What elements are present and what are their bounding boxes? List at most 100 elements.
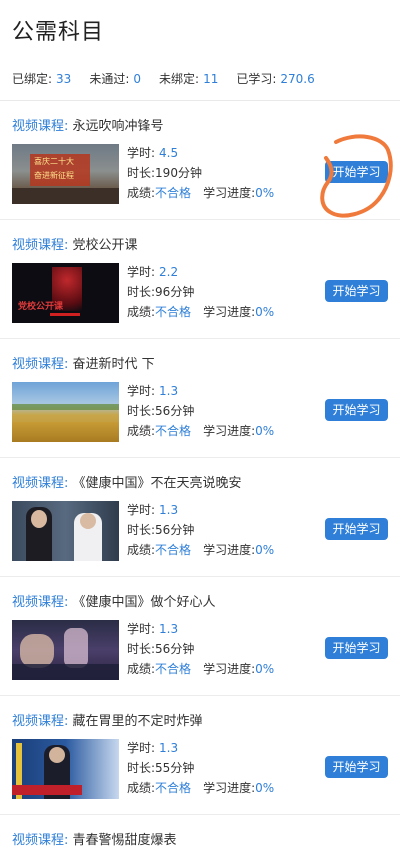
- course-thumbnail[interactable]: [12, 382, 119, 442]
- course-prefix: 视频课程:: [12, 119, 69, 134]
- hours-value: 1.3: [159, 741, 179, 755]
- course-prefix: 视频课程:: [12, 833, 69, 847]
- hours-value: 2.2: [159, 265, 179, 279]
- course-title[interactable]: 视频课程: 《健康中国》做个好心人: [12, 591, 216, 610]
- hours-label: 学时:: [127, 146, 156, 160]
- stat-label: 已学习:: [236, 72, 277, 86]
- course-hours: 学时: 1.3: [127, 739, 178, 756]
- score-label: 成绩:: [127, 186, 156, 200]
- hours-label: 学时:: [127, 622, 156, 636]
- progress-value: 0%: [255, 543, 275, 557]
- stat-label: 未绑定:: [159, 72, 200, 86]
- stat-value: 33: [56, 72, 72, 86]
- course-status: 成绩:不合格 学习进度:0%: [127, 422, 274, 439]
- course-thumbnail[interactable]: [12, 739, 119, 799]
- duration-value: 55分钟: [155, 761, 195, 775]
- duration-value: 190分钟: [155, 166, 202, 180]
- course-name: 藏在胃里的不定时炸弹: [72, 714, 203, 729]
- course-title[interactable]: 视频课程: 藏在胃里的不定时炸弹: [12, 710, 203, 729]
- course-status: 成绩:不合格 学习进度:0%: [127, 541, 274, 558]
- course-thumbnail[interactable]: 党校公开课: [12, 263, 119, 323]
- duration-label: 时长:: [127, 166, 156, 180]
- duration-value: 56分钟: [155, 523, 195, 537]
- course-prefix: 视频课程:: [12, 595, 69, 610]
- stat-label: 已绑定:: [12, 72, 53, 86]
- hours-value: 1.3: [159, 503, 179, 517]
- course-item[interactable]: 视频课程: 《健康中国》做个好心人 学时: 1.3 时长:56分钟 成绩:不合格学…: [0, 577, 400, 696]
- course-duration: 时长:190分钟: [127, 164, 202, 181]
- course-thumbnail[interactable]: [12, 620, 119, 680]
- score-value: 不合格: [155, 305, 192, 319]
- course-item[interactable]: 视频课程: 永远吹响冲锋号 喜庆二十大 奋进新征程 学时: 4.5 时长:190分…: [0, 101, 400, 220]
- page-title: 公需科目: [12, 20, 105, 45]
- progress-value: 0%: [255, 781, 275, 795]
- stat-value: 11: [203, 72, 219, 86]
- stats-bar: 已绑定: 33 未通过: 0 未绑定: 11 已学习: 270.6: [12, 70, 392, 87]
- progress-label: 学习进度:: [203, 186, 256, 200]
- duration-value: 56分钟: [155, 642, 195, 656]
- start-learning-button[interactable]: 开始学习: [325, 280, 388, 302]
- course-prefix: 视频课程:: [12, 476, 69, 491]
- course-item[interactable]: 视频课程: 党校公开课 党校公开课 学时: 2.2 时长:96分钟 成绩:不合格学…: [0, 220, 400, 339]
- duration-label: 时长:: [127, 642, 156, 656]
- course-name: 《健康中国》做个好心人: [72, 595, 216, 610]
- score-value: 不合格: [155, 424, 192, 438]
- course-hours: 学时: 1.3: [127, 382, 178, 399]
- stat-failed: 未通过: 0: [89, 70, 141, 87]
- score-label: 成绩:: [127, 781, 156, 795]
- thumbnail-caption: 党校公开课: [18, 302, 64, 312]
- course-status: 成绩:不合格 学习进度:0%: [127, 779, 274, 796]
- score-label: 成绩:: [127, 305, 156, 319]
- hours-label: 学时:: [127, 741, 156, 755]
- course-title[interactable]: 视频课程: 《健康中国》不在天亮说晚安: [12, 472, 242, 491]
- progress-value: 0%: [255, 186, 275, 200]
- course-title[interactable]: 视频课程: 奋进新时代 下: [12, 353, 155, 372]
- course-duration: 时长:56分钟: [127, 640, 194, 657]
- course-item[interactable]: 视频课程: 奋进新时代 下 学时: 1.3 时长:56分钟 成绩:不合格 学习进度:…: [0, 339, 400, 458]
- course-status: 成绩:不合格 学习进度:0%: [127, 303, 274, 320]
- progress-label: 学习进度:: [203, 424, 256, 438]
- hours-label: 学时:: [127, 503, 156, 517]
- duration-label: 时长:: [127, 404, 156, 418]
- course-duration: 时长:96分钟: [127, 283, 194, 300]
- progress-value: 0%: [255, 305, 275, 319]
- course-thumbnail[interactable]: 喜庆二十大 奋进新征程: [12, 144, 119, 204]
- duration-value: 96分钟: [155, 285, 195, 299]
- score-label: 成绩:: [127, 424, 156, 438]
- hours-value: 1.3: [159, 384, 179, 398]
- course-prefix: 视频课程:: [12, 238, 69, 253]
- course-title[interactable]: 视频课程: 永远吹响冲锋号: [12, 115, 164, 134]
- hours-value: 1.3: [159, 622, 179, 636]
- stat-value: 0: [133, 72, 142, 86]
- course-name: 党校公开课: [72, 238, 138, 253]
- course-item[interactable]: 视频课程: 青春警惕甜度爆表: [0, 815, 400, 847]
- course-item[interactable]: 视频课程: 藏在胃里的不定时炸弹 学时: 1.3 时长:55分钟 成绩:不合格 学习…: [0, 696, 400, 815]
- hours-label: 学时:: [127, 384, 156, 398]
- progress-label: 学习进度:: [203, 662, 256, 676]
- progress-label: 学习进度:: [203, 305, 256, 319]
- stat-label: 未通过:: [89, 72, 130, 86]
- course-status: 成绩:不合格 学习进度:0%: [127, 184, 274, 201]
- duration-value: 56分钟: [155, 404, 195, 418]
- score-value: 不合格: [155, 543, 192, 557]
- start-learning-button[interactable]: 开始学习: [325, 399, 388, 421]
- course-name: 永远吹响冲锋号: [72, 119, 164, 134]
- start-learning-button[interactable]: 开始学习: [325, 637, 388, 659]
- stat-value: 270.6: [280, 72, 315, 86]
- course-item[interactable]: 视频课程: 《健康中国》不在天亮说晚安 学时: 1.3 时长:56分钟 成绩:不合…: [0, 458, 400, 577]
- course-duration: 时长:56分钟: [127, 521, 194, 538]
- course-hours: 学时: 2.2: [127, 263, 178, 280]
- duration-label: 时长:: [127, 285, 156, 299]
- start-learning-button[interactable]: 开始学习: [325, 756, 388, 778]
- course-name: 奋进新时代 下: [72, 357, 155, 372]
- hours-label: 学时:: [127, 265, 156, 279]
- course-hours: 学时: 1.3: [127, 501, 178, 518]
- start-learning-button[interactable]: 开始学习: [325, 518, 388, 540]
- course-hours: 学时: 4.5: [127, 144, 178, 161]
- course-thumbnail[interactable]: [12, 501, 119, 561]
- start-learning-button[interactable]: 开始学习: [325, 161, 388, 183]
- course-status: 成绩:不合格 学习进度:0%: [127, 660, 274, 677]
- course-duration: 时长:56分钟: [127, 402, 194, 419]
- course-title[interactable]: 视频课程: 党校公开课: [12, 234, 138, 253]
- course-title[interactable]: 视频课程: 青春警惕甜度爆表: [12, 829, 177, 847]
